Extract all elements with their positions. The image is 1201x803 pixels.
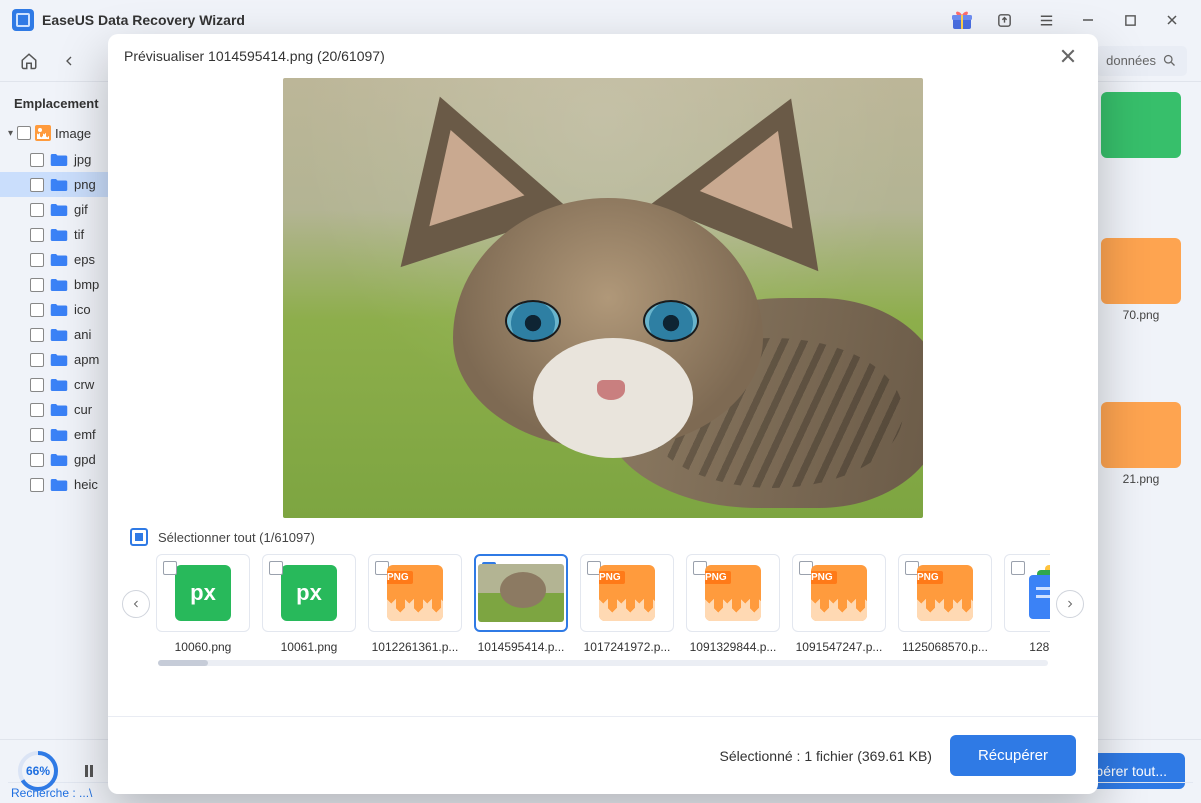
px-icon: px [175, 565, 231, 621]
thumb-label: 1091329844.p... [686, 640, 780, 654]
thumb-label: 1012261361.p... [368, 640, 462, 654]
thumbnail[interactable]: PNG 1091547247.p... [792, 554, 886, 654]
png-icon: PNG [387, 565, 443, 621]
thumb-label: 1091547247.p... [792, 640, 886, 654]
thumbnail[interactable]: px 10061.png [262, 554, 356, 654]
thumb-label: 10061.png [262, 640, 356, 654]
thumb-label: 10060.png [156, 640, 250, 654]
thumb-label: 1014595414.p... [474, 640, 568, 654]
png-icon: PNG [811, 565, 867, 621]
docs-icon [1023, 565, 1050, 621]
thumb-checkbox[interactable] [163, 561, 177, 575]
strip-next-button[interactable] [1056, 590, 1084, 618]
png-icon: PNG [917, 565, 973, 621]
thumbnail[interactable]: 128.png [1004, 554, 1050, 654]
preview-image [283, 78, 923, 518]
thumbnail[interactable]: PNG 1012261361.p... [368, 554, 462, 654]
cat-thumb-icon [478, 564, 564, 622]
select-all-label: Sélectionner tout (1/61097) [158, 530, 315, 545]
preview-modal: Prévisualiser 1014595414.png (20/61097) … [108, 34, 1098, 794]
thumb-checkbox[interactable] [269, 561, 283, 575]
thumb-label: 128.png [1004, 640, 1050, 654]
preview-image-area [126, 78, 1080, 518]
thumbnail[interactable]: 1014595414.p... [474, 554, 568, 654]
png-icon: PNG [705, 565, 761, 621]
thumb-label: 1017241972.p... [580, 640, 674, 654]
thumbnail[interactable]: PNG 1017241972.p... [580, 554, 674, 654]
modal-title: Prévisualiser 1014595414.png (20/61097) [124, 48, 385, 64]
thumbnail[interactable]: px 10060.png [156, 554, 250, 654]
strip-prev-button[interactable] [122, 590, 150, 618]
px-icon: px [281, 565, 337, 621]
recover-button[interactable]: Récupérer [950, 735, 1076, 776]
thumb-scrollbar[interactable] [158, 660, 1048, 666]
png-icon: PNG [599, 565, 655, 621]
thumbnail[interactable]: PNG 1125068570.p... [898, 554, 992, 654]
select-all-checkbox[interactable] [130, 528, 148, 546]
selected-summary: Sélectionné : 1 fichier (369.61 KB) [719, 748, 931, 764]
close-icon[interactable] [1054, 42, 1082, 70]
thumb-label: 1125068570.p... [898, 640, 992, 654]
thumbnail[interactable]: PNG 1091329844.p... [686, 554, 780, 654]
